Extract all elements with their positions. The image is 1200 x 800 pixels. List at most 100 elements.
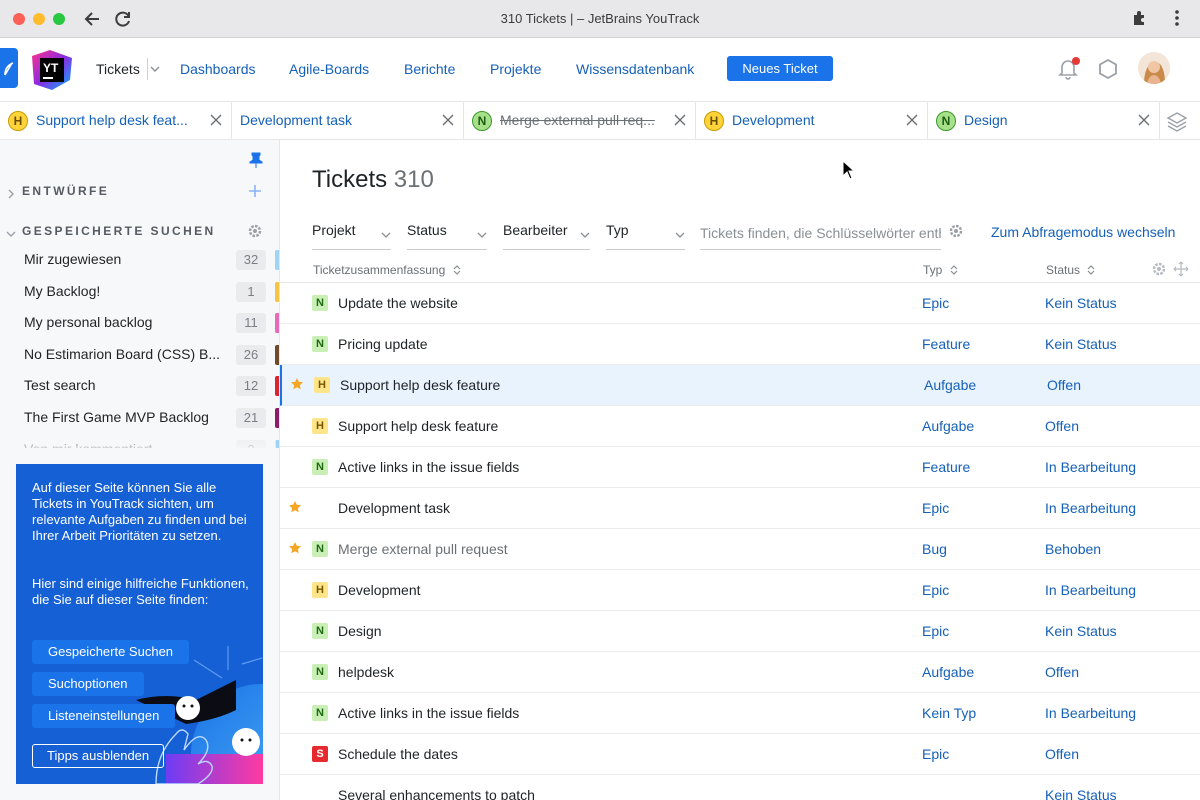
chevron-down-icon[interactable] xyxy=(150,62,160,76)
tips-saved-searches-button[interactable]: Gespeicherte Suchen xyxy=(32,640,190,664)
ticket-type[interactable]: Feature xyxy=(922,459,970,475)
search-input[interactable] xyxy=(700,222,941,250)
table-row[interactable]: S Schedule the dates Epic Offen xyxy=(280,734,1200,775)
ticket-type[interactable]: Aufgabe xyxy=(924,377,976,393)
table-row[interactable]: Nhelpdesk Aufgabe Offen xyxy=(280,652,1200,693)
column-type[interactable]: Typ xyxy=(923,263,958,277)
ticket-summary[interactable]: Active links in the issue fields xyxy=(338,459,519,475)
ticket-summary[interactable]: Update the website xyxy=(338,295,458,311)
table-row[interactable]: Several enhancements to patch Kein Status xyxy=(280,775,1200,800)
saved-search-item[interactable]: My Backlog! 1 xyxy=(0,276,280,308)
ticket-summary[interactable]: Active links in the issue fields xyxy=(338,705,519,721)
hide-tips-button[interactable]: Tipps ausblenden xyxy=(32,744,165,768)
drafts-section-title[interactable]: ENTWÜRFE xyxy=(22,184,109,198)
nav-agile-boards[interactable]: Agile-Boards xyxy=(289,61,369,77)
collapse-sidebar-tab[interactable] xyxy=(0,48,18,88)
star-icon[interactable] xyxy=(288,500,302,514)
close-icon[interactable] xyxy=(441,113,455,127)
query-mode-link[interactable]: Zum Abfragemodus wechseln xyxy=(991,224,1175,240)
add-draft-icon[interactable] xyxy=(248,184,262,201)
list-settings-gear-icon[interactable] xyxy=(1152,262,1166,279)
layers-icon[interactable] xyxy=(1166,110,1188,135)
close-icon[interactable] xyxy=(905,113,919,127)
table-row[interactable]: N Pricing update Feature Kein Status xyxy=(280,324,1200,365)
ticket-status[interactable]: Offen xyxy=(1045,746,1079,762)
filter-type[interactable]: Typ xyxy=(606,222,685,250)
column-summary[interactable]: Ticketzusammenfassung xyxy=(313,263,461,277)
ticket-summary[interactable]: Schedule the dates xyxy=(338,746,458,762)
ticket-summary[interactable]: Merge external pull request xyxy=(338,541,508,557)
tab-support-help-desk[interactable]: H Support help desk feat... xyxy=(0,102,232,140)
table-row[interactable]: N Update the website Epic Kein Status xyxy=(280,283,1200,324)
table-row[interactable]: N Merge external pull request Bug Behoben xyxy=(280,529,1200,570)
table-row[interactable]: N Active links in the issue fields Feature… xyxy=(280,447,1200,488)
ticket-type[interactable]: Epic xyxy=(922,295,949,311)
column-status[interactable]: Status xyxy=(1046,263,1095,277)
ticket-status[interactable]: Kein Status xyxy=(1045,787,1117,800)
ticket-summary[interactable]: Development xyxy=(338,582,421,598)
saved-search-item[interactable]: Mir zugewiesen 32 xyxy=(0,244,280,276)
chevron-down-icon[interactable] xyxy=(6,226,16,237)
saved-search-item[interactable]: My personal backlog 11 xyxy=(0,307,280,339)
close-icon[interactable] xyxy=(1137,113,1151,127)
ticket-status[interactable]: Kein Status xyxy=(1045,623,1117,639)
nav-projects[interactable]: Projekte xyxy=(490,61,541,77)
table-row[interactable]: Development task Epic In Bearbeitung xyxy=(280,488,1200,529)
tab-merge-pull-request[interactable]: N Merge external pull req... xyxy=(464,102,696,140)
saved-search-item[interactable]: Test search 12 xyxy=(0,370,280,402)
star-icon[interactable] xyxy=(290,377,304,391)
ticket-type[interactable]: Epic xyxy=(922,623,949,639)
browser-menu-icon[interactable] xyxy=(1174,9,1180,30)
tips-search-options-button[interactable]: Suchoptionen xyxy=(32,672,144,696)
close-icon[interactable] xyxy=(209,113,223,127)
avatar[interactable] xyxy=(1138,52,1170,84)
ticket-type[interactable]: Aufgabe xyxy=(922,664,974,680)
ticket-status[interactable]: Kein Status xyxy=(1045,295,1117,311)
ticket-type[interactable]: Epic xyxy=(922,582,949,598)
extensions-icon[interactable] xyxy=(1131,9,1149,30)
move-columns-icon[interactable] xyxy=(1173,261,1189,280)
tab-development-task[interactable]: Development task xyxy=(232,102,464,140)
ticket-type[interactable]: Feature xyxy=(922,336,970,352)
ticket-status[interactable]: Offen xyxy=(1047,377,1081,393)
ticket-summary[interactable]: Several enhancements to patch xyxy=(338,787,535,800)
close-icon[interactable] xyxy=(673,113,687,127)
ticket-type[interactable]: Kein Typ xyxy=(922,705,976,721)
filter-status[interactable]: Status xyxy=(407,222,487,250)
ticket-type[interactable]: Epic xyxy=(922,746,949,762)
new-ticket-button[interactable]: Neues Ticket xyxy=(727,56,833,81)
table-row[interactable]: H Support help desk feature Aufgabe Offen xyxy=(280,406,1200,447)
ticket-status[interactable]: Offen xyxy=(1045,418,1079,434)
ticket-status[interactable]: Offen xyxy=(1045,664,1079,680)
saved-searches-section-title[interactable]: GESPEICHERTE SUCHEN xyxy=(22,224,216,238)
table-row[interactable]: N Active links in the issue fields Kein Ty… xyxy=(280,693,1200,734)
ticket-status[interactable]: Behoben xyxy=(1045,541,1101,557)
nav-dashboards[interactable]: Dashboards xyxy=(180,61,256,77)
table-row[interactable]: H Development Epic In Bearbeitung xyxy=(280,570,1200,611)
ticket-status[interactable]: In Bearbeitung xyxy=(1045,500,1136,516)
ticket-status[interactable]: In Bearbeitung xyxy=(1045,459,1136,475)
ticket-type[interactable]: Aufgabe xyxy=(922,418,974,434)
ticket-type[interactable]: Bug xyxy=(922,541,947,557)
chevron-right-icon[interactable] xyxy=(6,186,16,199)
tips-list-settings-button[interactable]: Listeneinstellungen xyxy=(32,704,176,728)
filter-assignee[interactable]: Bearbeiter xyxy=(503,222,590,250)
ticket-summary[interactable]: Development task xyxy=(338,500,450,516)
pin-icon[interactable] xyxy=(249,152,263,171)
ticket-summary[interactable]: Support help desk feature xyxy=(338,418,498,434)
nav-knowledge-base[interactable]: Wissensdatenbank xyxy=(576,61,694,77)
youtrack-logo[interactable]: YT xyxy=(30,48,74,92)
ticket-summary[interactable]: Pricing update xyxy=(338,336,428,352)
ticket-status[interactable]: In Bearbeitung xyxy=(1045,705,1136,721)
nav-reports[interactable]: Berichte xyxy=(404,61,455,77)
ticket-summary[interactable]: Design xyxy=(338,623,382,639)
filter-project[interactable]: Projekt xyxy=(312,222,391,250)
ticket-status[interactable]: In Bearbeitung xyxy=(1045,582,1136,598)
help-hexagon-icon[interactable] xyxy=(1098,58,1118,83)
tab-design[interactable]: N Design xyxy=(928,102,1160,140)
tab-development[interactable]: H Development xyxy=(696,102,928,140)
ticket-status[interactable]: Kein Status xyxy=(1045,336,1117,352)
table-row[interactable]: N Design Epic Kein Status xyxy=(280,611,1200,652)
ticket-summary[interactable]: Support help desk feature xyxy=(340,377,500,393)
ticket-type[interactable]: Epic xyxy=(922,500,949,516)
